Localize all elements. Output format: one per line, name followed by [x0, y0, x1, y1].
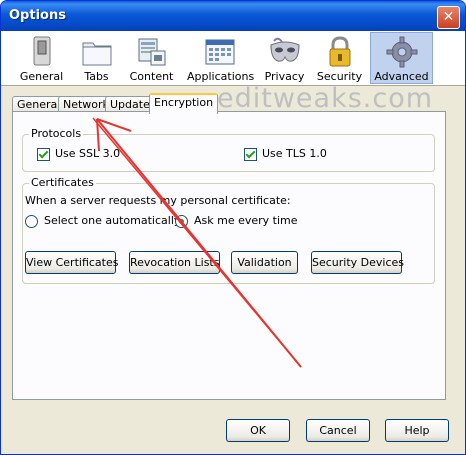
- close-button[interactable]: ✕: [437, 6, 460, 29]
- watermark-text: editweaks.com: [217, 83, 434, 114]
- window-title: Options: [9, 8, 66, 23]
- toolbar-applications-button[interactable]: Applications: [187, 33, 254, 83]
- revocation-lists-button[interactable]: Revocation Lists: [129, 251, 220, 274]
- ok-button[interactable]: OK: [226, 419, 290, 442]
- protocols-legend: Protocols: [29, 127, 84, 140]
- preferences-toolbar: General Tabs Content Applications Privac…: [1, 31, 465, 86]
- use-tls-label: Use TLS 1.0: [262, 147, 327, 160]
- help-button[interactable]: Help: [385, 419, 449, 442]
- validation-button[interactable]: Validation: [231, 251, 298, 274]
- gear-icon: [386, 36, 417, 68]
- view-certificates-button[interactable]: View Certificates: [25, 251, 118, 274]
- title-bar[interactable]: Options ✕: [1, 1, 465, 31]
- content-icon: [138, 38, 165, 66]
- select-automatically-label: Select one automatically: [44, 214, 181, 227]
- use-ssl-checkbox[interactable]: [37, 148, 50, 161]
- toolbar-security-button[interactable]: Security: [312, 33, 367, 83]
- applications-icon: [205, 39, 235, 65]
- switch-icon: [33, 36, 50, 66]
- use-ssl-label: Use SSL 3.0: [55, 147, 121, 160]
- ask-every-time-radio[interactable]: [175, 215, 188, 228]
- certificate-prompt: When a server requests my personal certi…: [25, 194, 291, 207]
- tab-encryption[interactable]: Encryption: [149, 93, 219, 114]
- toolbar-tabs-button[interactable]: Tabs: [69, 33, 124, 83]
- toolbar-advanced-button[interactable]: Advanced: [370, 32, 433, 84]
- encryption-panel: Protocols Use SSL 3.0 Use TLS 1.0 Certif…: [12, 111, 446, 400]
- toolbar-content-button[interactable]: Content: [124, 33, 179, 83]
- toolbar-privacy-button[interactable]: Privacy: [257, 33, 312, 83]
- select-automatically-radio[interactable]: [25, 215, 38, 228]
- ask-every-time-label: Ask me every time: [194, 214, 298, 227]
- toolbar-general-button[interactable]: General: [14, 33, 69, 83]
- use-tls-checkbox[interactable]: [244, 148, 257, 161]
- padlock-icon: [329, 36, 350, 67]
- tabs-folder-icon: [82, 42, 111, 66]
- security-devices-button[interactable]: Security Devices: [311, 251, 404, 274]
- certificates-legend: Certificates: [29, 176, 96, 189]
- mask-icon: [269, 37, 300, 62]
- certificates-group: Certificates When a server requests my p…: [22, 176, 435, 284]
- protocols-group: Protocols Use SSL 3.0 Use TLS 1.0: [22, 127, 435, 172]
- options-window: Options ✕ General Tabs Content Applicati…: [0, 0, 466, 455]
- cancel-button[interactable]: Cancel: [306, 419, 370, 442]
